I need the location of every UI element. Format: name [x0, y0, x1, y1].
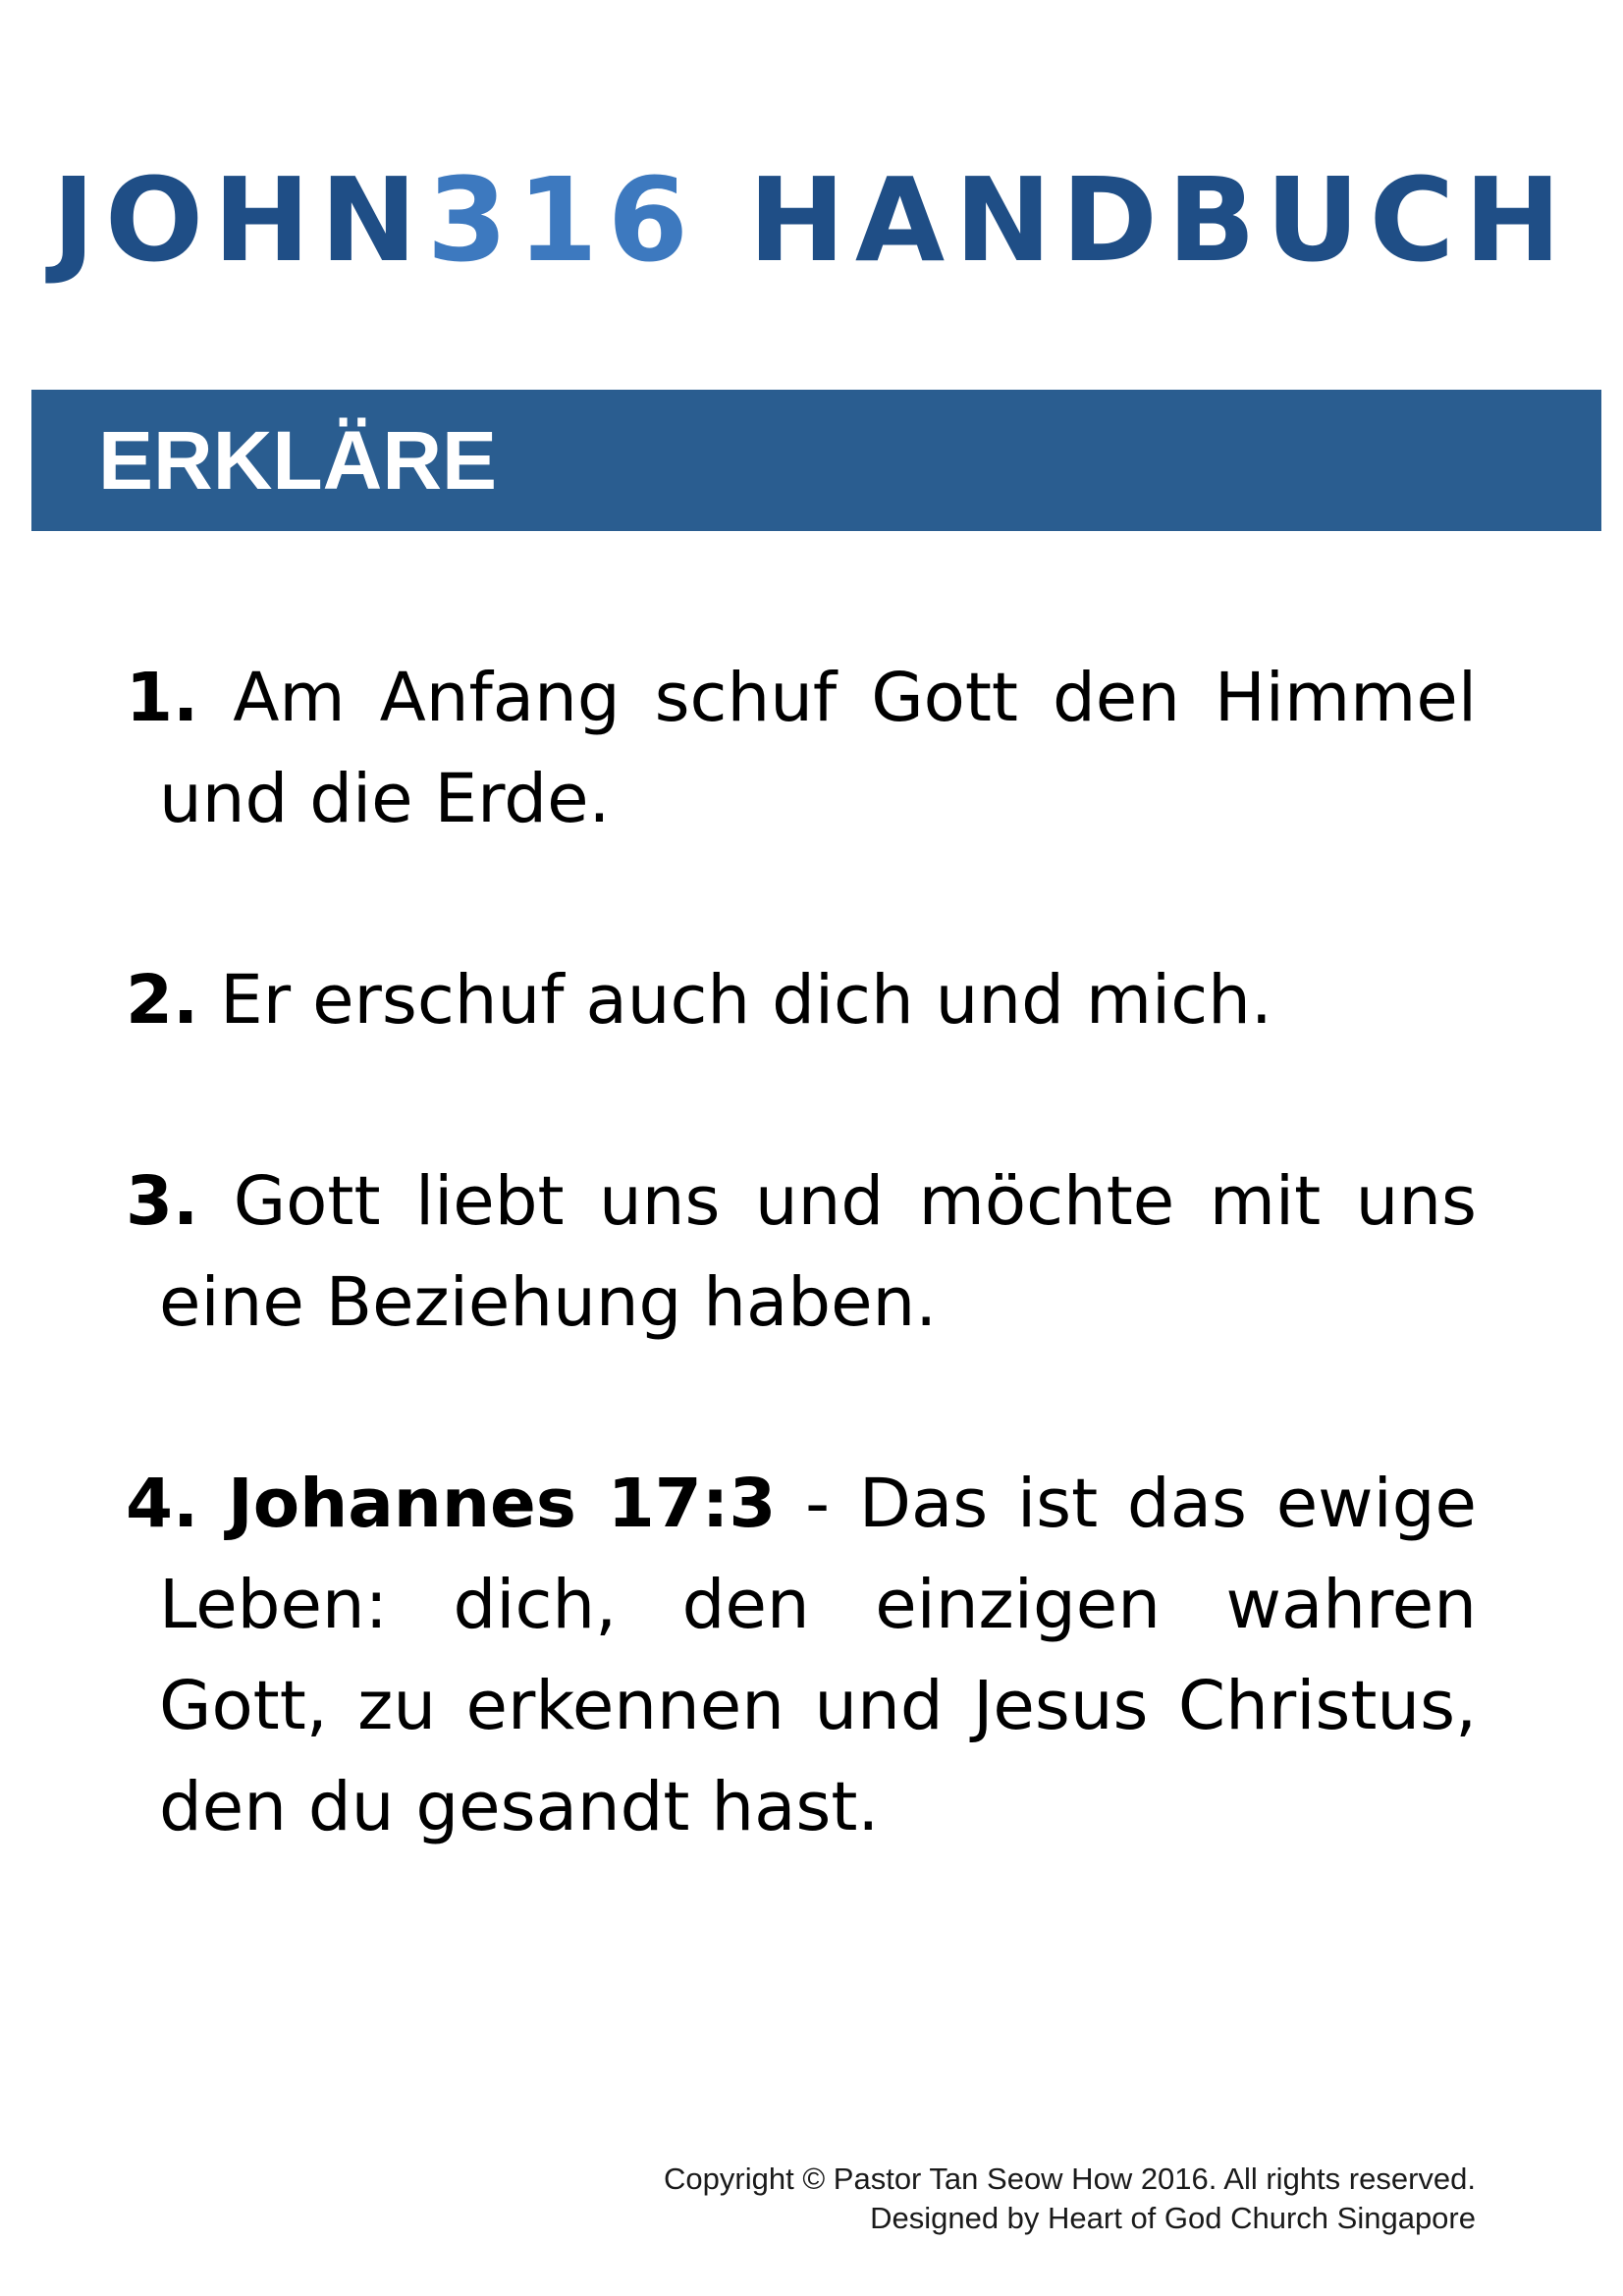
- bible-reference: Johannes 17:3: [228, 1465, 777, 1543]
- list-item: 3. Gott liebt uns und möchte mit uns ein…: [126, 1151, 1477, 1354]
- title-john: JOHN: [51, 152, 427, 288]
- copyright-notice: Copyright © Pastor Tan Seow How 2016. Al…: [664, 2162, 1476, 2196]
- item-text: Gott liebt uns und möchte mit uns eine B…: [159, 1162, 1477, 1342]
- item-separator: -: [776, 1465, 859, 1543]
- explanation-list: 1. Am Anfang schuf Gott den Himmel und d…: [126, 648, 1477, 1958]
- item-number: 4.: [126, 1465, 199, 1543]
- section-banner: ERKLÄRE: [31, 390, 1601, 531]
- item-number: 1.: [126, 659, 199, 737]
- item-number: 2.: [126, 961, 199, 1040]
- item-text: Am Anfang schuf Gott den Himmel und die …: [159, 659, 1477, 838]
- item-number: 3.: [126, 1162, 199, 1241]
- item-text: Er erschuf auch dich und mich.: [220, 961, 1272, 1040]
- page-footer: Copyright © Pastor Tan Seow How 2016. Al…: [664, 2160, 1476, 2238]
- list-item: 1. Am Anfang schuf Gott den Himmel und d…: [126, 648, 1477, 850]
- document-title: JOHN316 HANDBUCH: [0, 162, 1623, 278]
- title-handbuch: HANDBUCH: [698, 152, 1572, 288]
- title-number: 316: [426, 152, 699, 288]
- section-heading: ERKLÄRE: [98, 414, 498, 507]
- list-item: 4. Johannes 17:3 - Das ist das ewige Leb…: [126, 1454, 1477, 1858]
- list-item: 2. Er erschuf auch dich und mich.: [126, 950, 1477, 1051]
- designer-credit: Designed by Heart of God Church Singapor…: [870, 2201, 1476, 2235]
